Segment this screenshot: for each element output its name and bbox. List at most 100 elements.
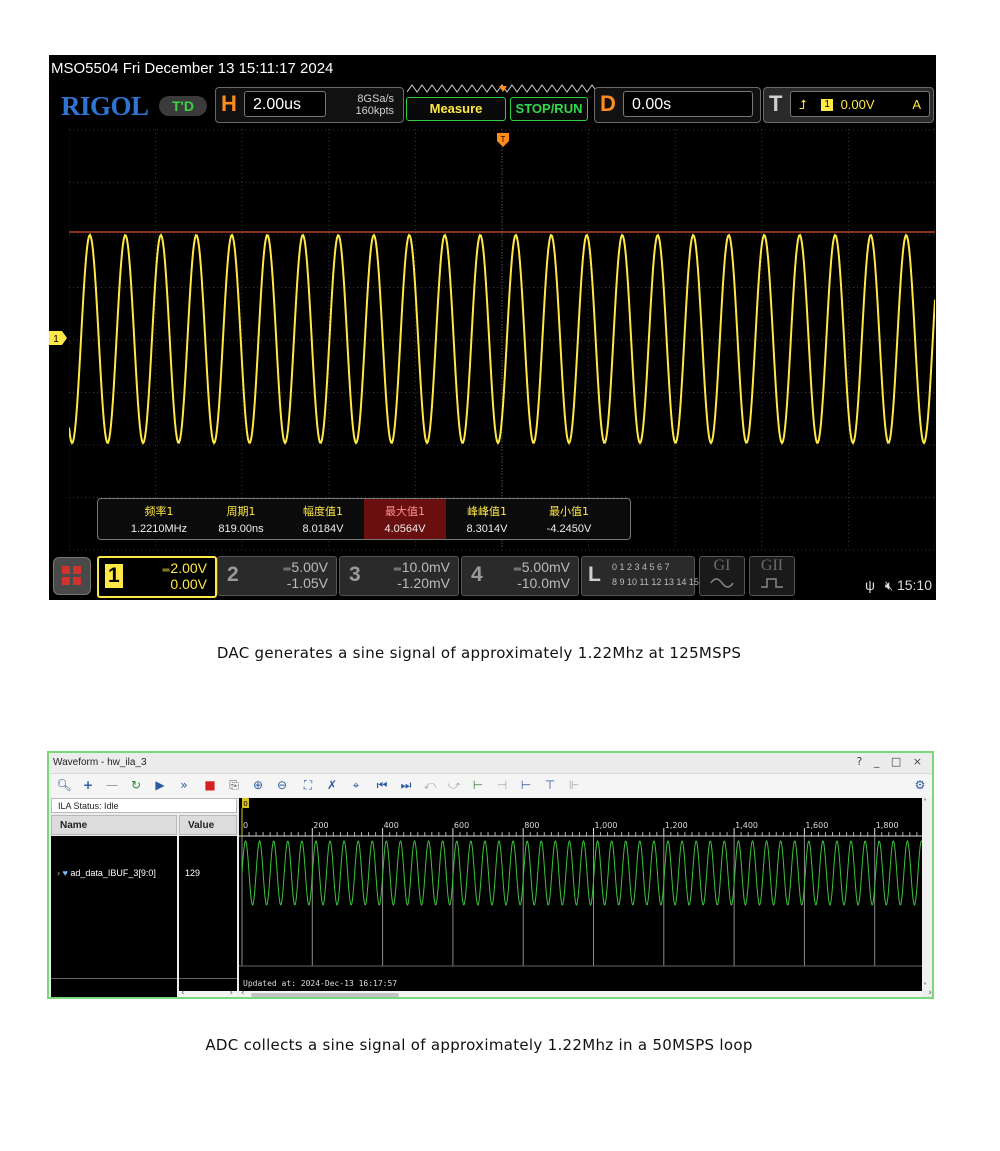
names-hscroll[interactable]: ‹ › — [179, 988, 237, 997]
measurement-item: 最小值1 -4.2450V — [528, 499, 610, 539]
ch1-offset-marker: 1 — [49, 331, 67, 345]
name-column-header[interactable]: Name — [51, 815, 177, 835]
names-scroll-right-icon[interactable]: › — [229, 988, 233, 997]
channel-scale-value: 5.00V — [291, 559, 328, 575]
rising-edge-icon: ⮥ — [799, 97, 807, 112]
sample-rate-value: 8GSa/s — [357, 93, 394, 105]
square-wave-icon — [761, 578, 783, 588]
zoom-fit-icon[interactable]: ⛶ — [299, 776, 317, 794]
remove-icon[interactable]: — — [103, 776, 121, 794]
refresh-icon[interactable]: ↻ — [127, 776, 145, 794]
horizontal-panel[interactable]: H 2.00us 8GSa/s 160kpts — [215, 87, 404, 123]
next-marker-icon[interactable]: ⊢ — [517, 776, 535, 794]
scroll-down-icon[interactable]: ˅ — [923, 982, 927, 991]
svg-text:0: 0 — [243, 800, 247, 808]
prev-marker-icon[interactable]: ⊣ — [493, 776, 511, 794]
ruler-label: 1,000 — [595, 821, 618, 830]
generator-2-button[interactable]: GII — [749, 556, 795, 596]
scroll-left-icon[interactable]: ‹ — [241, 988, 245, 997]
trigger-marker-label: T — [501, 135, 506, 144]
ruler-label: 1,400 — [735, 821, 758, 830]
measurement-value: -4.2450V — [546, 523, 592, 535]
snap-icon[interactable]: ⊩ — [565, 776, 583, 794]
clock-time: 15:10 — [896, 577, 932, 593]
measurement-value: 1.2210MHz — [130, 523, 188, 535]
swap-cursors-icon[interactable]: ⊤ — [541, 776, 559, 794]
signal-value: 129 — [185, 868, 201, 878]
caption-adc: ADC collects a sine signal of approximat… — [205, 1036, 753, 1054]
run-trigger-icon[interactable]: ▶ — [151, 776, 169, 794]
measurement-value: 819.00ns — [218, 523, 264, 535]
scroll-right-icon[interactable]: › — [928, 988, 932, 997]
dc-coupling-icon: ═ — [513, 564, 522, 575]
ruler-label: 400 — [384, 821, 399, 830]
updated-timestamp: Updated at: 2024-Dec-13 16:17:57 — [243, 979, 398, 988]
measurement-value: 8.0184V — [302, 523, 344, 535]
scroll-thumb[interactable] — [251, 993, 399, 997]
expand-chevron-icon[interactable]: › — [57, 868, 60, 878]
search-icon[interactable]: 🔍︎ — [55, 776, 73, 794]
delay-panel[interactable]: D 0.00s — [594, 87, 761, 123]
oscilloscope-screen: MSO5504 Fri December 13 15:11:17 2024 RI… — [49, 55, 936, 600]
trigger-source: 1 — [821, 98, 834, 111]
channel-4-button[interactable]: 4 ═ 5.00mV -10.0mV — [461, 556, 579, 596]
measurement-label: 最小值1 — [549, 505, 589, 518]
horizontal-scrollbar[interactable]: ‹ › — [239, 988, 932, 997]
add-icon[interactable]: + — [79, 776, 97, 794]
measurement-value: 4.0564V — [384, 523, 426, 535]
marker-icon[interactable]: ⌖ — [347, 776, 365, 794]
ruler-label: 200 — [313, 821, 328, 830]
channel-scale-value: 2.00V — [170, 560, 207, 576]
waveform-pane[interactable]: 0 200 400 600 800 1,000 1,200 1,400 1,600 1,800 0… — [239, 798, 923, 991]
value-column-header[interactable]: Value — [179, 815, 237, 835]
channel-offset: -1.20mV — [397, 575, 450, 591]
window-controls[interactable]: ? _ □ × — [857, 755, 926, 768]
generator-2-label: GII — [760, 557, 784, 574]
mute-icon[interactable]: 🔇︎ — [885, 578, 893, 593]
add-marker-icon[interactable]: ⊢ — [469, 776, 487, 794]
scope-bottom-bar: 1 ═ 2.00V 0.00V 2 ═ 5.00V -1.05V 3 ═ 10.0mV -1.2… — [49, 551, 936, 600]
settings-gear-icon[interactable]: ⚙ — [911, 776, 929, 794]
measure-button[interactable]: Measure — [406, 97, 506, 121]
trigger-level: 0.00V — [840, 97, 875, 112]
measurement-item: 峰峰值1 8.3014V — [446, 499, 528, 539]
caption-dac: DAC generates a sine signal of approxima… — [216, 644, 742, 662]
zoom-out-icon[interactable]: ⊖ — [273, 776, 291, 794]
zoom-in-icon[interactable]: ⊕ — [249, 776, 267, 794]
names-scroll-left-icon[interactable]: ‹ — [181, 988, 185, 997]
channel-scale: ═ 5.00mV — [514, 559, 570, 575]
next-transition-icon[interactable]: ⤻ — [445, 776, 463, 794]
measurement-label: 频率1 — [144, 505, 174, 518]
prev-transition-icon[interactable]: ⤺ — [421, 776, 439, 794]
waveform-toolbar: 🔍︎ + — ↻ ▶ » ■ ⎘ ⊕ ⊖ ⛶ ✗ ⌖ ⏮ ⏭ ⤺ ⤻ ⊢ ⊣ ⊢… — [51, 773, 932, 799]
logic-letter: L — [588, 563, 601, 586]
logic-channels-panel[interactable]: L 0 1 2 3 4 5 6 7 8 9 10 11 12 13 14 15 — [581, 556, 699, 596]
status-clock: ψ 🔇︎ 15:10 — [865, 577, 932, 594]
dc-coupling-icon: ═ — [393, 564, 402, 575]
channel-scale: ═ 5.00V — [284, 559, 328, 575]
channel-scale-value: 10.0mV — [401, 559, 450, 575]
signal-row[interactable]: › ♥ ad_data_IBUF_3[9:0] — [57, 868, 156, 878]
go-last-icon[interactable]: ⏭ — [397, 776, 415, 794]
stop-icon[interactable]: ■ — [201, 776, 219, 794]
run-immediate-icon[interactable]: » — [175, 776, 193, 794]
trigger-panel[interactable]: T ⮥ 1 0.00V A — [763, 87, 934, 123]
scope-title: MSO5504 Fri December 13 15:11:17 2024 — [51, 60, 334, 77]
logic-row-1: 0 1 2 3 4 5 6 7 — [612, 562, 670, 572]
trigger-status-badge: T'D — [159, 96, 207, 116]
generator-1-button[interactable]: GI — [699, 556, 745, 596]
timebase-value: 2.00us — [244, 91, 326, 117]
stop-run-button[interactable]: STOP/RUN — [510, 97, 588, 121]
channel-1-button[interactable]: 1 ═ 2.00V 0.00V — [97, 556, 217, 598]
svg-text:1: 1 — [53, 334, 59, 345]
channel-3-button[interactable]: 3 ═ 10.0mV -1.20mV — [339, 556, 459, 596]
export-icon[interactable]: ⎘ — [225, 776, 243, 794]
scroll-up-icon[interactable]: ˄ — [923, 798, 927, 807]
menu-button[interactable] — [53, 557, 91, 595]
measurement-label: 最大值1 — [385, 505, 425, 518]
vertical-scrollbar[interactable]: ˄ ˅ — [922, 798, 932, 991]
memory-depth-value: 160kpts — [355, 105, 394, 117]
go-first-icon[interactable]: ⏮ — [373, 776, 391, 794]
channel-2-button[interactable]: 2 ═ 5.00V -1.05V — [217, 556, 337, 596]
cursor-icon[interactable]: ✗ — [323, 776, 341, 794]
